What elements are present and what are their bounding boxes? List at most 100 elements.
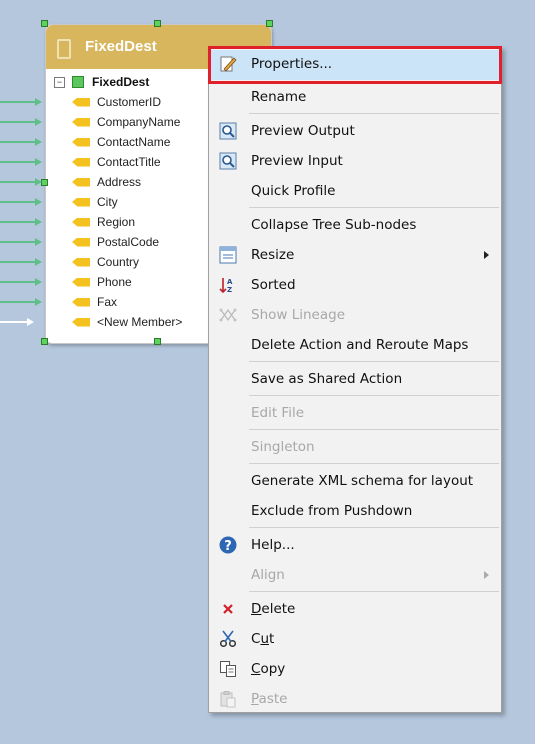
resize-handle[interactable] — [154, 338, 161, 345]
resize-handle[interactable] — [41, 338, 48, 345]
menu-item-rename[interactable]: Rename — [211, 83, 499, 111]
field-tag-icon — [72, 297, 90, 307]
field-label: Country — [97, 255, 140, 269]
menu-item-label: Sorted — [251, 277, 296, 293]
resize-handle[interactable] — [41, 179, 48, 186]
menu-item-delete[interactable]: Delete — [211, 595, 499, 623]
lineage-icon — [219, 306, 237, 324]
paste-icon — [219, 690, 237, 708]
menu-item-label: Help... — [251, 537, 295, 553]
submenu-arrow-icon — [484, 251, 489, 259]
menu-separator — [249, 395, 499, 396]
field-item[interactable]: Region — [72, 213, 135, 231]
mapping-arrow-icon — [0, 98, 42, 106]
mapping-arrow-icon — [0, 198, 42, 206]
menu-item-label: Edit File — [251, 405, 305, 421]
resize-handle[interactable] — [41, 20, 48, 27]
menu-item-edit-file: Edit File — [211, 399, 499, 427]
menu-item-label: Cut — [251, 631, 275, 647]
menu-item-preview-input[interactable]: Preview Input — [211, 147, 499, 175]
menu-separator — [249, 463, 499, 464]
menu-item-label: Save as Shared Action — [251, 371, 403, 387]
menu-item-cut[interactable]: Cut — [211, 625, 499, 653]
menu-separator — [249, 429, 499, 430]
resize-handle[interactable] — [266, 20, 273, 27]
preview-input-icon — [219, 152, 237, 170]
menu-item-delete-action-and-reroute-maps[interactable]: Delete Action and Reroute Maps — [211, 331, 499, 359]
mapping-arrow-icon — [0, 318, 34, 326]
field-item[interactable]: PostalCode — [72, 233, 159, 251]
menu-item-label: Align — [251, 567, 285, 583]
menu-separator — [249, 527, 499, 528]
menu-item-label: Collapse Tree Sub-nodes — [251, 217, 417, 233]
menu-item-sorted[interactable]: A Z Sorted — [211, 271, 499, 299]
cut-icon — [219, 630, 237, 648]
mapping-arrow-icon — [0, 138, 42, 146]
collapse-toggle-icon[interactable]: − — [54, 76, 65, 88]
menu-item-preview-output[interactable]: Preview Output — [211, 117, 499, 145]
delete-icon — [219, 600, 237, 618]
record-icon — [72, 76, 84, 88]
menu-separator — [249, 207, 499, 208]
mapping-arrow-icon — [0, 278, 42, 286]
field-item[interactable]: City — [72, 193, 118, 211]
field-tag-icon — [72, 257, 90, 267]
menu-separator — [249, 113, 499, 114]
menu-item-label: Paste — [251, 691, 288, 707]
field-item[interactable]: CompanyName — [72, 113, 180, 131]
field-item[interactable]: CustomerID — [72, 93, 161, 111]
svg-text:Z: Z — [227, 286, 232, 294]
context-menu: Properties... Rename Preview Output Preview… — [208, 46, 502, 713]
field-label: ContactName — [97, 135, 171, 149]
copy-icon — [219, 660, 237, 678]
document-icon — [57, 39, 71, 59]
resize-handle[interactable] — [154, 20, 161, 27]
svg-text:A: A — [227, 278, 233, 286]
tree-root[interactable]: − FixedDest — [54, 73, 149, 91]
menu-item-label: Show Lineage — [251, 307, 345, 323]
field-item[interactable]: Fax — [72, 293, 117, 311]
menu-item-collapse-tree-sub-nodes[interactable]: Collapse Tree Sub-nodes — [211, 211, 499, 239]
sort-icon: AZ — [219, 276, 237, 294]
menu-item-resize[interactable]: Resize — [211, 241, 499, 269]
menu-item-save-as-shared-action[interactable]: Save as Shared Action — [211, 365, 499, 393]
field-item[interactable]: Country — [72, 253, 139, 271]
menu-item-label: Quick Profile — [251, 183, 336, 199]
node-title: FixedDest — [85, 38, 157, 55]
field-label: <New Member> — [97, 315, 183, 329]
svg-text:?: ? — [224, 539, 232, 554]
menu-separator — [249, 361, 499, 362]
field-item[interactable]: <New Member> — [72, 313, 182, 331]
menu-item-label: Singleton — [251, 439, 315, 455]
field-label: City — [97, 195, 118, 209]
field-item[interactable]: ContactTitle — [72, 153, 161, 171]
mapping-arrow-icon — [0, 258, 42, 266]
menu-separator — [249, 591, 499, 592]
field-tag-icon — [72, 277, 90, 287]
field-item[interactable]: Address — [72, 173, 141, 191]
menu-item-quick-profile[interactable]: Quick Profile — [211, 177, 499, 205]
field-item[interactable]: ContactName — [72, 133, 170, 151]
field-tag-icon — [72, 157, 90, 167]
mapping-arrow-icon — [0, 118, 42, 126]
menu-item-paste: Paste — [211, 685, 499, 713]
field-tag-icon — [72, 137, 90, 147]
menu-item-exclude-from-pushdown[interactable]: Exclude from Pushdown — [211, 497, 499, 525]
field-tag-icon — [72, 97, 90, 107]
menu-item-show-lineage: Show Lineage — [211, 301, 499, 329]
menu-item-copy[interactable]: Copy — [211, 655, 499, 683]
menu-item-label: Copy — [251, 661, 286, 677]
mapping-arrow-icon — [0, 178, 42, 186]
focus-highlight-box — [208, 46, 502, 84]
menu-item-label: Exclude from Pushdown — [251, 503, 413, 519]
mapping-arrow-icon — [0, 298, 42, 306]
field-tag-icon — [72, 317, 90, 327]
menu-item-generate-xml-schema-for-layout[interactable]: Generate XML schema for layout — [211, 467, 499, 495]
field-item[interactable]: Phone — [72, 273, 132, 291]
menu-item-label: Resize — [251, 247, 295, 263]
menu-item-label: Generate XML schema for layout — [251, 473, 474, 489]
menu-item-label: Delete Action and Reroute Maps — [251, 337, 469, 353]
mapping-arrow-icon — [0, 158, 42, 166]
menu-item-help[interactable]: ? Help... — [211, 531, 499, 559]
field-tag-icon — [72, 197, 90, 207]
